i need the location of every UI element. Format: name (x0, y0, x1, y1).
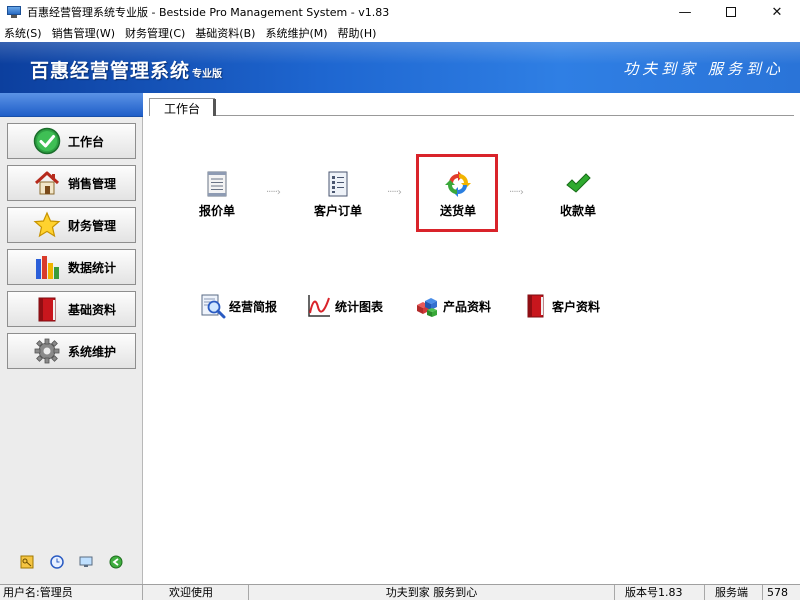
status-bar: 用户名:管理员 欢迎使用 功夫到家 服务到心 版本号1.83 服务端 578 (0, 584, 800, 600)
sidebar-item-sales[interactable]: 销售管理 (7, 165, 136, 201)
banner-slogan: 功夫到家 服务到心 (623, 60, 784, 78)
header-banner: 百惠经营管理系统 专业版 功夫到家 服务到心 (0, 42, 800, 93)
flow-receipt[interactable]: 收款单 (538, 170, 618, 219)
key-icon[interactable] (20, 555, 34, 569)
flow-delivery-order[interactable]: 送货单 (418, 170, 498, 219)
sidebar-item-finance[interactable]: 财务管理 (7, 207, 136, 243)
menu-bar: 系统(S) 销售管理(W) 财务管理(C) 基础资料(B) 系统维护(M) 帮助… (0, 24, 800, 42)
flow-connector: ·····› (387, 187, 402, 198)
line-chart-icon (308, 295, 330, 317)
flow-quotation[interactable]: 报价单 (177, 170, 257, 219)
recycle-arrows-icon (445, 171, 471, 197)
menu-finance[interactable]: 财务管理(C) (125, 25, 185, 41)
sidebar-item-workbench[interactable]: 工作台 (7, 123, 136, 159)
quick-product-data[interactable]: 产品资料 (414, 293, 491, 319)
status-user: 用户名:管理员 (0, 585, 143, 600)
banner-edition: 专业版 (192, 69, 223, 80)
window-controls: — ✕ (662, 0, 800, 24)
order-form-icon (328, 171, 348, 197)
sidebar-item-statistics[interactable]: 数据统计 (7, 249, 136, 285)
tab-strip: 工作台 (149, 98, 794, 117)
green-check-circle-icon (32, 126, 62, 156)
star-icon (32, 210, 62, 240)
red-binder-icon (527, 294, 544, 318)
menu-help[interactable]: 帮助(H) (338, 25, 377, 41)
minimize-button[interactable]: — (662, 0, 708, 24)
sidebar-item-basic-data[interactable]: 基础资料 (7, 291, 136, 327)
clock-icon[interactable] (49, 555, 64, 569)
quick-customer-data[interactable]: 客户资料 (523, 293, 600, 319)
monitor-icon[interactable] (79, 555, 93, 569)
sidebar-toolbar (0, 555, 143, 575)
maximize-button[interactable] (708, 0, 754, 24)
status-welcome: 欢迎使用 (143, 585, 249, 600)
house-icon (32, 168, 62, 198)
gear-icon (32, 336, 62, 366)
status-extra: 578 (767, 586, 788, 599)
status-version: 版本号1.83 (615, 585, 705, 600)
title-bar: 百惠经营管理系统专业版 - Bestside Pro Management Sy… (0, 0, 800, 24)
window-title: 百惠经营管理系统专业版 - Bestside Pro Management Sy… (27, 6, 390, 19)
status-server: 服务端 (705, 585, 763, 600)
maximize-icon (726, 7, 736, 17)
menu-maintenance[interactable]: 系统维护(M) (265, 25, 327, 41)
sidebar-item-maintenance[interactable]: 系统维护 (7, 333, 136, 369)
close-button[interactable]: ✕ (754, 0, 800, 24)
banner-title: 百惠经营管理系统 专业版 (30, 60, 223, 82)
cubes-icon (417, 298, 437, 317)
quick-business-report[interactable]: 经营简报 (200, 293, 277, 319)
flow-connector: ·····› (509, 187, 524, 198)
menu-system[interactable]: 系统(S) (4, 25, 42, 41)
quick-statistics-chart[interactable]: 统计图表 (306, 293, 383, 319)
green-checkmark-icon (566, 173, 591, 193)
status-slogan: 功夫到家 服务到心 (249, 585, 615, 600)
tab-workbench[interactable]: 工作台 (149, 98, 215, 117)
sidebar: 工作台 销售管理 财务管理 数据统计 基础资料 系统维护 (0, 93, 143, 584)
flow-customer-order[interactable]: 客户订单 (298, 170, 378, 219)
sidebar-header (0, 93, 143, 117)
menu-sales[interactable]: 销售管理(W) (52, 25, 115, 41)
flow-connector: ·····› (266, 187, 281, 198)
app-icon (7, 6, 21, 18)
magnifier-report-icon (201, 294, 226, 319)
green-arrow-icon[interactable] (109, 555, 123, 569)
bar-chart-icon (32, 252, 62, 282)
document-list-icon (207, 171, 227, 197)
menu-basic-data[interactable]: 基础资料(B) (195, 25, 255, 41)
red-book-icon (32, 294, 62, 324)
